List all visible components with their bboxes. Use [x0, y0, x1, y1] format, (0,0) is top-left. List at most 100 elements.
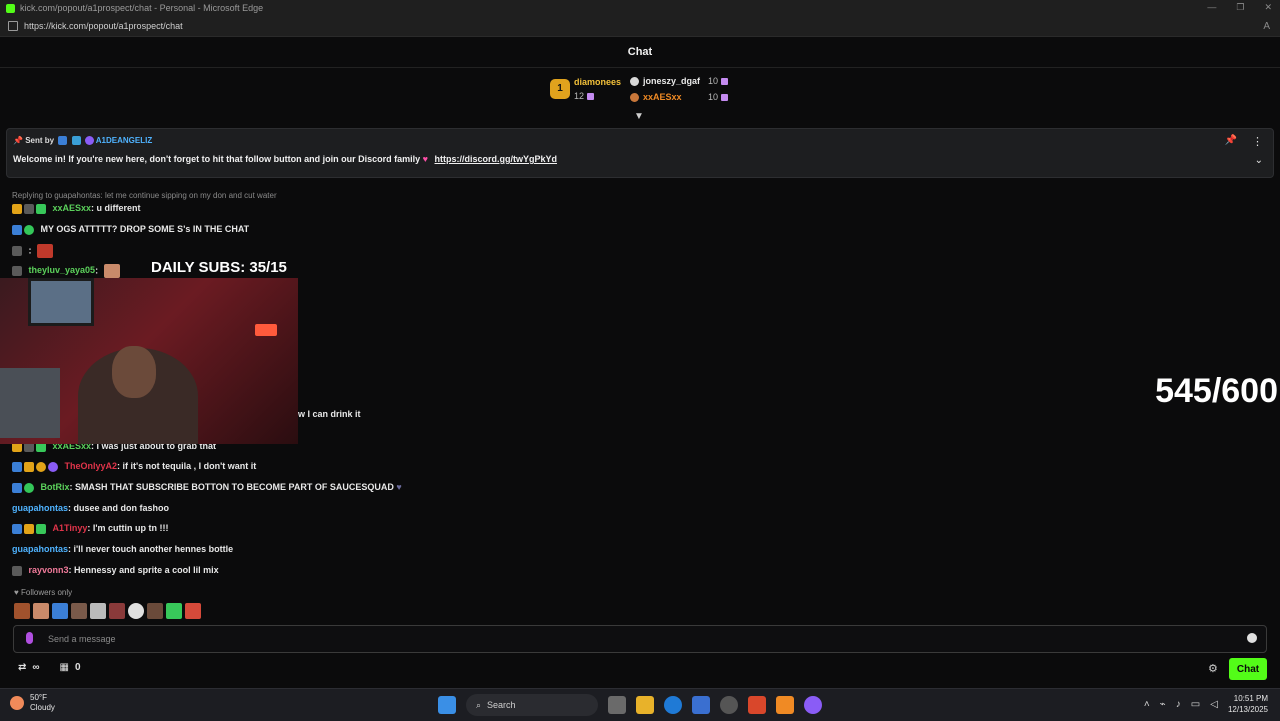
emote-icon[interactable]	[90, 603, 106, 619]
pin-icon[interactable]: 📌	[1225, 135, 1237, 146]
verified-badge-icon	[24, 482, 34, 493]
chat-message: MY OGS ATTTTT? DROP SOME S's IN THE CHAT	[12, 224, 249, 235]
chat-username[interactable]: rayvonn3	[29, 565, 69, 575]
leader-third-count-value: 10	[708, 92, 719, 102]
emote-icon[interactable]	[185, 603, 201, 619]
emoji-picker-icon[interactable]	[1247, 633, 1257, 643]
taskbar-apps: ⌕ Search	[438, 694, 822, 716]
restore-icon[interactable]: ❐	[1236, 2, 1244, 13]
clock-time: 10:51 PM	[1233, 694, 1268, 703]
weather-text: 50°F Cloudy	[30, 693, 55, 713]
pinned-message-text: Welcome in! If you're new here, don't fo…	[13, 154, 557, 164]
share-icon[interactable]: ⇄	[18, 662, 26, 673]
sub-badge-icon	[12, 565, 22, 576]
chat-username[interactable]: TheOnlyyA2	[65, 461, 118, 471]
goal-counter-overlay: 545/600	[1155, 372, 1278, 410]
reply-context-text: Replying to guapahontas: let me continue…	[12, 191, 277, 200]
emote-icon[interactable]	[166, 603, 182, 619]
weather-widget[interactable]: 50°F Cloudy	[10, 693, 55, 713]
network-icon[interactable]: ⌁	[1160, 699, 1166, 710]
edge-browser-icon[interactable]	[664, 696, 682, 714]
taskbar-search-label: Search	[487, 700, 516, 710]
emote-icon[interactable]	[52, 603, 68, 619]
emote-icon[interactable]	[71, 603, 87, 619]
gift-box-icon[interactable]: ▦	[60, 662, 69, 673]
moderator-badge-icon	[12, 461, 22, 472]
daily-subs-overlay: DAILY SUBS: 35/15	[151, 259, 287, 276]
followers-only-text: Followers only	[20, 588, 73, 597]
chat-username[interactable]: theyluv_yaya05	[29, 265, 96, 275]
chevron-down-icon[interactable]: ⌄	[1255, 155, 1263, 166]
volume-icon[interactable]: ◁	[1210, 699, 1218, 710]
collapse-leaderboard-icon[interactable]: ▼	[634, 111, 644, 122]
chat-username[interactable]: xxAESxx	[53, 203, 92, 213]
rank-one-badge: 1	[550, 79, 570, 99]
chat-username[interactable]: A1Tinyy	[53, 523, 88, 533]
lock-icon[interactable]	[8, 21, 18, 31]
chat-message-partial: w I can drink it	[298, 409, 361, 419]
discord-icon[interactable]	[804, 696, 822, 714]
browser-title-bar: kick.com/popout/a1prospect/chat - Person…	[0, 0, 1280, 16]
discord-link[interactable]: https://discord.gg/twYgPkYd	[435, 154, 558, 164]
webcam-desk	[0, 368, 60, 438]
chat-text: w I can drink it	[298, 409, 361, 419]
quick-emote-bar	[14, 603, 201, 619]
chat-input-box[interactable]	[13, 625, 1267, 653]
microphone-tray-icon[interactable]: ♪	[1176, 699, 1181, 710]
task-view-icon[interactable]	[608, 696, 626, 714]
address-url[interactable]: https://kick.com/popout/a1prospect/chat	[24, 21, 183, 31]
crown-badge-icon	[24, 523, 34, 534]
file-explorer-icon[interactable]	[636, 696, 654, 714]
leader-third[interactable]: xxAESxx 10	[630, 92, 729, 103]
read-aloud-icon[interactable]: A	[1263, 21, 1270, 32]
gift-count: 0	[74, 662, 81, 673]
app-icon[interactable]	[720, 696, 738, 714]
pinned-sender[interactable]: A1DEANGELIZ	[96, 136, 152, 145]
moderator-badge-icon	[12, 482, 22, 493]
minimize-icon[interactable]: —	[1207, 2, 1216, 13]
weather-temperature: 50°F	[30, 693, 47, 702]
windows-start-icon[interactable]	[438, 696, 456, 714]
leader-third-name: xxAESxx	[643, 92, 682, 102]
emote-icon[interactable]	[14, 603, 30, 619]
system-tray: ˄ ⌁ ♪ ▭ ◁ 10:51 PM 12/13/2025	[1144, 693, 1268, 715]
chat-username[interactable]: guapahontas	[12, 544, 68, 554]
gift-badge-icon	[36, 203, 46, 214]
settings-gear-icon[interactable]: ⚙	[1208, 662, 1218, 675]
emote-icon[interactable]	[147, 603, 163, 619]
reply-context: Replying to guapahontas: let me continue…	[12, 190, 277, 200]
gift-icon	[587, 93, 595, 101]
emote-icon[interactable]	[109, 603, 125, 619]
chat-text: : SMASH THAT SUBSCRIBE BOTTON TO BECOME …	[69, 482, 394, 492]
chat-message-input[interactable]	[46, 630, 1230, 648]
address-bar[interactable]: https://kick.com/popout/a1prospect/chat …	[0, 16, 1280, 37]
store-icon[interactable]	[692, 696, 710, 714]
webcam-overlay	[0, 278, 298, 444]
taskbar-search[interactable]: ⌕ Search	[466, 694, 598, 716]
app-icon[interactable]	[776, 696, 794, 714]
chevron-up-icon[interactable]: ˄	[1144, 699, 1150, 710]
windows-taskbar: 50°F Cloudy ⌕ Search ˄ ⌁ ♪ ▭ ◁ 10:51 PM 1…	[0, 688, 1280, 721]
more-options-icon[interactable]: ⋮	[1252, 135, 1263, 148]
display-icon[interactable]: ▭	[1191, 699, 1200, 710]
chat-username[interactable]: BotRix	[41, 482, 70, 492]
bronze-medal-icon	[630, 93, 639, 103]
chat-message: xxAESxx: u different	[12, 203, 141, 214]
weather-condition: Cloudy	[30, 703, 55, 712]
infinity-icon[interactable]: ∞	[32, 662, 39, 673]
close-icon[interactable]: ✕	[1264, 2, 1272, 13]
leader-second-count-value: 10	[708, 76, 719, 86]
emote-icon[interactable]	[33, 603, 49, 619]
emote-icon[interactable]	[128, 603, 144, 619]
microphone-icon[interactable]	[26, 632, 33, 644]
brave-browser-icon[interactable]	[748, 696, 766, 714]
taskbar-clock[interactable]: 10:51 PM 12/13/2025	[1228, 693, 1268, 715]
leader-first-name[interactable]: diamonees	[574, 77, 621, 87]
leader-second[interactable]: joneszy_dgaf 10	[630, 76, 729, 87]
chat-message: BotRix: SMASH THAT SUBSCRIBE BOTTON TO B…	[12, 482, 402, 493]
pin-small-icon: 📌	[13, 136, 23, 145]
sub-badge-icon	[12, 266, 22, 276]
weather-icon	[10, 696, 24, 710]
send-chat-button[interactable]: Chat	[1229, 658, 1267, 680]
chat-username[interactable]: guapahontas	[12, 503, 68, 513]
